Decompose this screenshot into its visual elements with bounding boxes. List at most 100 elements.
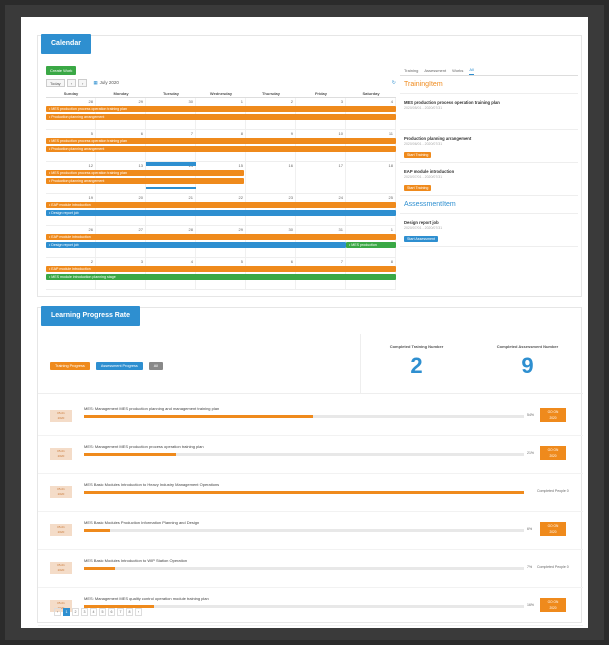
continue-button[interactable]: GO ON 2020 [540, 598, 566, 612]
page-button[interactable]: 2 [72, 608, 79, 616]
weekday-mon: Monday [113, 91, 129, 96]
weekday-sun: Sunday [63, 91, 79, 96]
day-number: 19 [88, 195, 93, 200]
day-number: 30 [288, 227, 293, 232]
screenshot-frame: Calendar Create Work Today ‹ › ▦ July 202… [5, 5, 604, 640]
start-training-button[interactable]: Start Training [404, 152, 432, 158]
tab-training[interactable]: Training [404, 68, 418, 75]
calendar-event[interactable]: • Production planning arrangement [46, 146, 396, 152]
prev-month-button[interactable]: ‹ [66, 78, 77, 87]
training-item-date: 2020/05/01 - 2020/07/31 [404, 106, 443, 110]
calendar-grid: Sunday Monday Tuesday Wednesday Thursday… [46, 90, 396, 292]
calendar-toolbar: Today ‹ › ▦ July 2020 ↻ [46, 78, 396, 87]
progress-percent: 54% [527, 413, 535, 417]
training-item: MES production process operation trainin… [400, 94, 578, 130]
progress-row: 05-01 2020 MES Basic Modules Introduction … [38, 474, 583, 512]
refresh-icon[interactable]: ↻ [392, 80, 396, 86]
date-year: 2020 [57, 416, 65, 420]
row-date: 05-01 2020 [50, 524, 72, 536]
calendar-title: Calendar [41, 34, 91, 54]
progress-fill [84, 529, 111, 532]
weekday-header: Sunday Monday Tuesday Wednesday Thursday… [46, 90, 396, 98]
assessment-progress-button[interactable]: Assessment Progress [95, 362, 143, 370]
progress-row: 05-01 2020 MES Basic Modules Introduction … [38, 550, 583, 588]
day-cell[interactable]: 16 [246, 162, 296, 193]
calendar-event[interactable]: • MES module introduction planning stage [46, 274, 396, 280]
day-number: 15 [238, 163, 243, 168]
date-year: 2020 [57, 530, 65, 534]
tab-all[interactable]: All [469, 67, 474, 75]
stat-value: 2 [410, 353, 423, 378]
page-button[interactable]: 4 [90, 608, 97, 616]
assessment-item-title: Design report job [404, 220, 439, 225]
day-number: 23 [288, 195, 293, 200]
training-item-date: 2020/07/01 - 2020/07/31 [404, 175, 443, 179]
day-number: 7 [340, 259, 343, 264]
calendar-event[interactable]: • Production planning arrangement [46, 114, 396, 120]
row-title: MES: Management MES production process o… [84, 444, 204, 449]
day-number: 5 [90, 131, 93, 136]
day-cell[interactable]: 17 [296, 162, 346, 193]
calendar-event[interactable]: • MES production [346, 242, 396, 248]
page-button[interactable]: 3 [81, 608, 88, 616]
page-button[interactable]: 5 [99, 608, 106, 616]
today-button[interactable]: Today [46, 78, 65, 87]
progress-bar [84, 605, 524, 608]
progress-bar [84, 453, 524, 456]
calendar-event[interactable]: • MES production process operation train… [46, 170, 244, 176]
day-number: 24 [338, 195, 343, 200]
progress-fill [84, 415, 313, 418]
prev-page-button[interactable]: ‹ [54, 608, 61, 616]
row-date: 05-01 2020 [50, 562, 72, 574]
continue-button[interactable]: GO ON 2020 [540, 408, 566, 422]
continue-button[interactable]: GO ON 2020 [540, 446, 566, 460]
create-work-button[interactable]: Create Work [46, 66, 77, 75]
day-number: 3 [140, 259, 143, 264]
training-progress-button[interactable]: Training Progress [50, 362, 90, 370]
day-number: 9 [290, 131, 293, 136]
continue-button[interactable]: GO ON 2020 [540, 522, 566, 536]
page-button[interactable]: 6 [108, 608, 115, 616]
all-progress-button[interactable]: All [148, 362, 163, 370]
calendar-side-panel: Training Assessment Works All TrainingIt… [400, 66, 578, 292]
page-button[interactable]: 7 [117, 608, 124, 616]
tab-assessment[interactable]: Assessment [424, 68, 446, 75]
start-assessment-button[interactable]: Start Assessment [404, 236, 438, 242]
day-number: 4 [390, 99, 393, 104]
completion-stats: Completed Training Number 2 Completed As… [360, 334, 583, 394]
day-number: 1 [240, 99, 243, 104]
weekday-tue: Tuesday [163, 91, 179, 96]
calendar-event[interactable]: • MES production process operation train… [46, 106, 396, 112]
calendar-event[interactable]: • Production planning arrangement [46, 178, 244, 184]
page: Calendar Create Work Today ‹ › ▦ July 202… [21, 17, 588, 628]
weekday-sat: Saturday [362, 91, 380, 96]
day-number: 4 [190, 259, 193, 264]
calendar-event[interactable]: • EAP module introduction [46, 234, 396, 240]
calendar-event[interactable]: • EAP module introduction [46, 266, 396, 272]
tab-works[interactable]: Works [452, 68, 463, 75]
progress-row: 05-01 2020 MES: Management MES quality con… [38, 588, 583, 626]
day-number: 29 [238, 227, 243, 232]
calendar-event[interactable]: • MES production process operation train… [46, 138, 396, 144]
page-button[interactable]: 1 [63, 608, 70, 616]
calendar-event[interactable]: • Design report job [46, 210, 396, 216]
start-training-button[interactable]: Start Training [404, 185, 432, 191]
completed-assessment-stat: Completed Assessment Number 9 [472, 334, 583, 394]
day-number: 18 [388, 163, 393, 168]
side-tabs: Training Assessment Works All [400, 66, 578, 76]
day-number: 31 [338, 227, 343, 232]
calendar-event[interactable]: • EAP module introduction [46, 202, 396, 208]
day-cell[interactable]: 18 [346, 162, 396, 193]
progress-row: 05-01 2020 MES Basic Modules Production In… [38, 512, 583, 550]
next-month-button[interactable]: › [78, 78, 88, 87]
next-page-button[interactable]: › [135, 608, 142, 616]
progress-percent: 6% [527, 527, 533, 531]
page-button[interactable]: 8 [126, 608, 133, 616]
date-year: 2020 [57, 568, 65, 572]
calendar-event[interactable]: • Design report job [46, 242, 346, 248]
day-number: 16 [288, 163, 293, 168]
day-number: 12 [88, 163, 93, 168]
selection-marker [146, 187, 196, 189]
assessment-item: Design report job 2020/07/01 - 2020/07/3… [400, 214, 578, 247]
day-number: 7 [190, 131, 193, 136]
